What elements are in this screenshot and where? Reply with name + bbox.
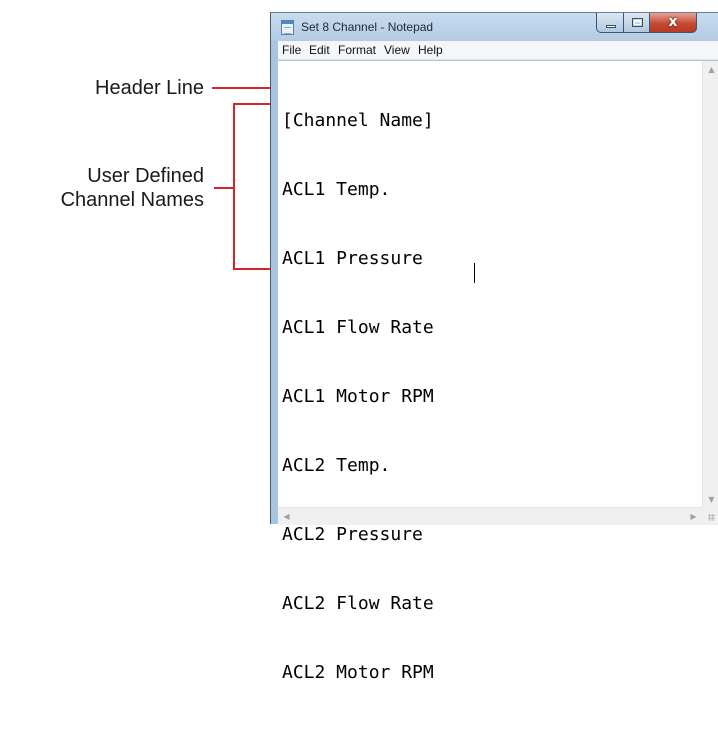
- text-line: ACL2 Temp.: [282, 455, 391, 476]
- notepad-window: Set 8 Channel - Notepad x File Edit Form…: [270, 12, 718, 683]
- text-line: ACL1 Flow Rate: [282, 317, 434, 338]
- text-caret: [474, 263, 475, 283]
- close-button[interactable]: x: [649, 13, 697, 33]
- window-title: Set 8 Channel - Notepad: [301, 20, 434, 34]
- menu-format[interactable]: Format: [338, 43, 376, 57]
- vertical-scrollbar[interactable]: ▲ ▼: [702, 61, 718, 508]
- horizontal-scrollbar[interactable]: ◀ ▶: [278, 507, 702, 525]
- menu-file[interactable]: File: [282, 43, 301, 57]
- maximize-icon: [632, 18, 643, 27]
- menu-view[interactable]: View: [384, 43, 410, 57]
- notepad-icon[interactable]: [281, 20, 294, 35]
- text-line: ACL2 Pressure: [282, 524, 423, 545]
- annotation-header-line: Header Line: [95, 77, 204, 99]
- text-line: ACL2 Motor RPM: [282, 662, 434, 683]
- maximize-button[interactable]: [623, 13, 650, 33]
- scroll-up-arrow-icon[interactable]: ▲: [703, 61, 718, 78]
- bracket-vertical: [233, 103, 235, 270]
- text-line: ACL2 Flow Rate: [282, 593, 434, 614]
- minimize-button[interactable]: [596, 13, 624, 33]
- text-line: [Channel Name]: [282, 110, 434, 131]
- text-line: ACL1 Temp.: [282, 179, 391, 200]
- scroll-right-arrow-icon[interactable]: ▶: [685, 508, 702, 525]
- title-bar[interactable]: Set 8 Channel - Notepad x: [271, 13, 718, 41]
- scroll-down-arrow-icon[interactable]: ▼: [703, 491, 718, 508]
- menu-bar: File Edit Format View Help: [278, 41, 718, 60]
- menu-edit[interactable]: Edit: [309, 43, 330, 57]
- text-editor[interactable]: [Channel Name] ACL1 Temp. ACL1 Pressure …: [278, 60, 718, 683]
- minimize-icon: [606, 25, 616, 28]
- close-icon: x: [668, 14, 678, 30]
- annotation-user-defined-channel-names: User Defined Channel Names: [60, 165, 204, 211]
- document-text[interactable]: [Channel Name] ACL1 Temp. ACL1 Pressure …: [282, 63, 434, 730]
- menu-help[interactable]: Help: [418, 43, 443, 57]
- bracket-horizontal-stub: [214, 187, 234, 189]
- text-line: ACL1 Motor RPM: [282, 386, 434, 407]
- text-line: ACL1 Pressure: [282, 248, 423, 269]
- scroll-left-arrow-icon[interactable]: ◀: [278, 508, 295, 525]
- resize-grip-icon[interactable]: [702, 507, 718, 525]
